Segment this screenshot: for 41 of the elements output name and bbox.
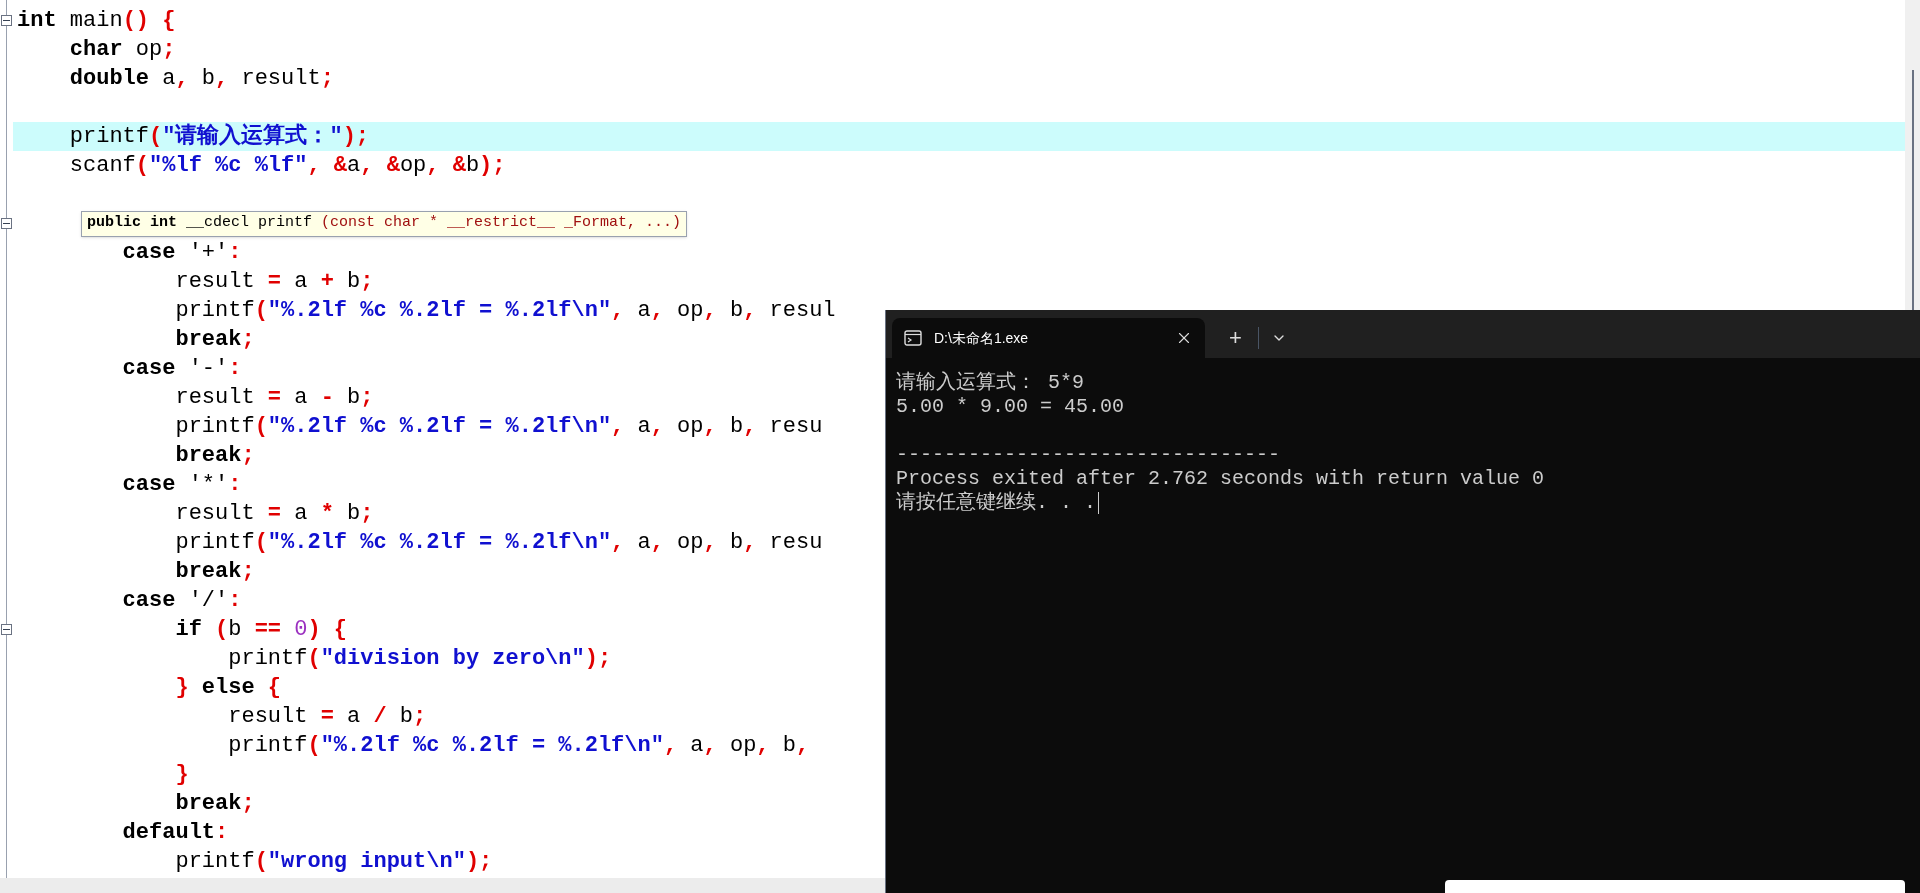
code-line: scanf("%lf %c %lf", &a, &op, &b); <box>68 152 506 180</box>
code-line: printf("%.2lf %c %.2lf = %.2lf\n", a, op, b, resu <box>174 413 823 441</box>
signature-tooltip: public int __cdecl printf (const char * __restrict__ _Format, ...) <box>81 210 688 237</box>
terminal-line: -------------------------------- <box>896 443 1281 467</box>
code-line: case '*': <box>121 471 242 499</box>
code-line: case '/': <box>121 587 242 615</box>
code-line: default: <box>121 819 229 847</box>
code-line: result = a + b; <box>174 268 374 296</box>
code-line: case '+': <box>121 239 242 267</box>
code-line: result = a / b; <box>227 703 427 731</box>
code-line: result = a * b; <box>174 500 374 528</box>
code-line: } else { <box>174 674 282 702</box>
code-line: printf("division by zero\n"); <box>227 645 612 673</box>
terminal-line: 请按任意键继续. . . <box>896 491 1096 515</box>
code-line: printf("%.2lf %c %.2lf = %.2lf\n", a, op, b, resu <box>174 529 823 557</box>
code-line: int main() { <box>17 7 176 35</box>
fold-icon[interactable] <box>1 624 12 635</box>
code-line: printf("%.2lf %c %.2lf = %.2lf\n", a, op, b, resul <box>174 297 836 325</box>
code-line: break; <box>174 326 255 354</box>
fold-icon[interactable] <box>1 218 12 229</box>
code-line: case '-': <box>121 355 242 383</box>
code-line: result = a - b; <box>174 384 374 412</box>
terminal-line: Process exited after 2.762 seconds with return value 0 <box>896 467 1545 491</box>
console-icon <box>904 330 922 346</box>
code-line: if (b == 0) { <box>174 616 348 644</box>
terminal-tab[interactable]: D:\未命名1.exe <box>892 318 1205 358</box>
terminal-line: 请输入运算式： 5*9 <box>896 371 1084 395</box>
new-tab-button[interactable]: + <box>1225 327 1246 349</box>
vertical-scrollbar[interactable] <box>1905 0 1920 310</box>
code-line: printf("请输入运算式："); <box>68 122 370 151</box>
code-line: double a, b, result; <box>68 65 334 93</box>
tab-title: D:\未命名1.exe <box>934 328 1030 348</box>
fold-icon[interactable] <box>1 15 12 26</box>
code-line: break; <box>174 558 255 586</box>
terminal-line: 5.00 * 9.00 = 45.00 <box>896 395 1125 419</box>
code-line: } <box>174 761 189 789</box>
code-line: printf("wrong input\n"); <box>174 848 493 876</box>
code-line: break; <box>174 790 255 818</box>
code-line: printf("%.2lf %c %.2lf = %.2lf\n", a, op, b, <box>227 732 810 760</box>
code-line: char op; <box>68 36 176 64</box>
code-line: break; <box>174 442 255 470</box>
